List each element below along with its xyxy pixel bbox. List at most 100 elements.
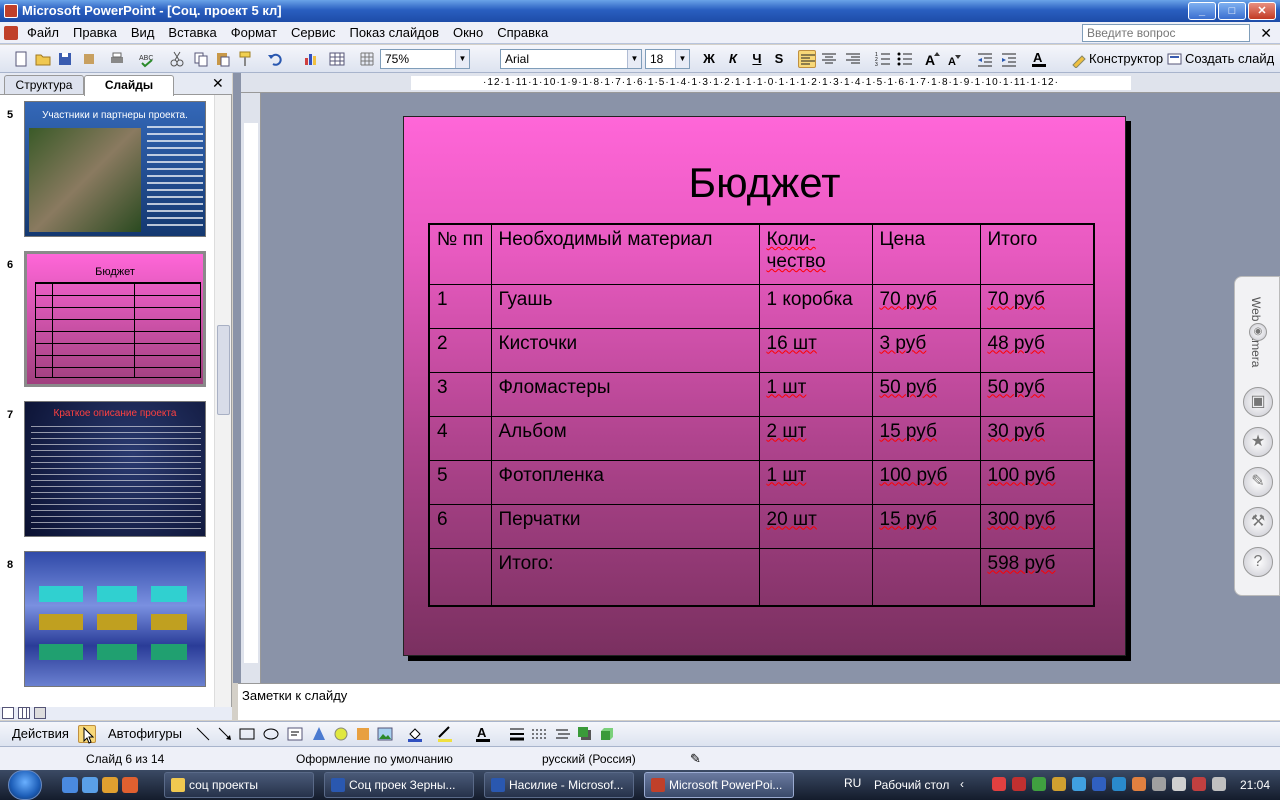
table-cell[interactable]: 70 руб (871, 283, 981, 329)
notes-area[interactable]: Заметки к слайду (238, 683, 1280, 720)
shadow-button[interactable]: S (770, 50, 788, 68)
header-cell[interactable]: Цена (871, 223, 981, 285)
spelling-status-icon[interactable]: ✎ (690, 747, 701, 771)
wrench-icon[interactable]: ⚒ (1243, 507, 1273, 537)
volume-icon[interactable] (1212, 777, 1226, 791)
player-icon[interactable] (122, 777, 138, 793)
chevron-left-icon[interactable]: ‹ (960, 777, 964, 791)
tray-icon-3[interactable] (1032, 777, 1046, 791)
3d-style-icon[interactable] (598, 725, 616, 743)
autoshapes-menu[interactable]: Автофигуры (108, 725, 182, 743)
table-cell[interactable]: Фотопленка (490, 459, 760, 505)
table-cell[interactable]: 70 руб (979, 283, 1095, 329)
menu-window[interactable]: Окно (446, 22, 490, 44)
normal-view-icon[interactable] (2, 707, 14, 719)
menu-edit[interactable]: Правка (66, 22, 124, 44)
permission-icon[interactable] (80, 50, 98, 68)
align-left-icon[interactable] (798, 50, 816, 68)
clipart-icon[interactable] (354, 725, 372, 743)
select-pointer-icon[interactable] (78, 725, 96, 744)
menu-file[interactable]: Файл (20, 22, 66, 44)
fill-color-icon[interactable] (406, 725, 424, 743)
table-cell[interactable]: 50 руб (871, 371, 981, 417)
header-cell[interactable]: Необходимый материал (490, 223, 760, 285)
slide-title[interactable]: Бюджет (404, 159, 1125, 207)
designer-button[interactable]: Конструктор (1089, 50, 1163, 68)
table-cell[interactable]: 3 руб (871, 327, 981, 373)
table-cell[interactable]: Фломастеры (490, 371, 760, 417)
table-cell[interactable]: Кисточки (490, 327, 760, 373)
insert-chart-icon[interactable] (302, 50, 320, 68)
show-desktop-icon[interactable] (62, 777, 78, 793)
tray-icon-10[interactable] (1172, 777, 1186, 791)
sorter-view-icon[interactable] (18, 707, 30, 719)
table-cell[interactable]: 15 руб (871, 415, 981, 461)
menu-slideshow[interactable]: Показ слайдов (342, 22, 446, 44)
total-label-cell[interactable]: Итого: (490, 547, 760, 607)
slide-thumb-5[interactable]: Участники и партнеры проекта. (24, 101, 206, 237)
paste-icon[interactable] (214, 50, 232, 68)
table-cell[interactable]: 100 руб (979, 459, 1095, 505)
table-cell[interactable] (871, 547, 981, 607)
help-icon[interactable]: ? (1243, 547, 1273, 577)
font-size-select[interactable]: 18 ▼ (645, 49, 690, 69)
decrease-indent-icon[interactable] (976, 50, 994, 68)
budget-table[interactable]: № пп Необходимый материал Коли-чество Це… (428, 223, 1095, 607)
bold-button[interactable]: Ж (700, 50, 718, 68)
ie-icon[interactable] (82, 777, 98, 793)
tray-icon-1[interactable] (992, 777, 1006, 791)
table-cell[interactable]: 1 (428, 283, 492, 329)
close-document-icon[interactable]: ✕ (1260, 25, 1272, 42)
taskbar-item-word-1[interactable]: Соц проек Зерны... (324, 772, 474, 798)
dash-style-icon[interactable] (530, 725, 548, 743)
save-icon[interactable] (56, 50, 74, 68)
table-cell[interactable]: 30 руб (979, 415, 1095, 461)
table-cell[interactable] (758, 547, 873, 607)
tray-icon-2[interactable] (1012, 777, 1026, 791)
designer-icon[interactable] (1070, 50, 1088, 69)
arrow-icon[interactable] (216, 725, 234, 743)
table-cell[interactable]: 1 шт (758, 371, 873, 417)
table-cell[interactable]: 6 (428, 503, 492, 549)
actions-menu[interactable]: Действия (12, 725, 69, 743)
contact-icon[interactable]: ▣ (1243, 387, 1273, 417)
tray-icon-7[interactable] (1112, 777, 1126, 791)
menu-view[interactable]: Вид (124, 22, 162, 44)
menu-insert[interactable]: Вставка (161, 22, 223, 44)
document-icon[interactable] (4, 26, 18, 40)
header-cell[interactable]: Коли-чество (758, 223, 873, 285)
line-icon[interactable] (194, 725, 212, 743)
tab-outline[interactable]: Структура (4, 75, 84, 95)
tab-slides[interactable]: Слайды (84, 75, 174, 96)
table-cell[interactable]: 15 руб (871, 503, 981, 549)
copy-icon[interactable] (192, 50, 210, 68)
rectangle-icon[interactable] (238, 725, 256, 743)
slide-canvas[interactable]: Бюджет № пп Необходимый материал Коли-че… (403, 116, 1126, 656)
table-cell[interactable]: 1 шт (758, 459, 873, 505)
increase-indent-icon[interactable] (1000, 50, 1018, 68)
decrease-font-icon[interactable]: A (946, 50, 964, 68)
minimize-button[interactable]: _ (1188, 2, 1216, 20)
taskbar-item-powerpoint[interactable]: Microsoft PowerPoi... (644, 772, 794, 798)
header-cell[interactable]: Итого (979, 223, 1095, 285)
table-cell[interactable]: 20 шт (758, 503, 873, 549)
pane-close-icon[interactable]: ✕ (212, 75, 224, 92)
menu-help[interactable]: Справка (490, 22, 555, 44)
italic-button[interactable]: К (724, 50, 742, 68)
line-style-icon[interactable] (508, 725, 526, 743)
pane-scrollbar[interactable] (214, 95, 231, 707)
maximize-button[interactable]: □ (1218, 2, 1246, 20)
tray-icon-9[interactable] (1152, 777, 1166, 791)
new-slide-button[interactable]: Создать слайд (1185, 50, 1274, 68)
taskbar-item-folder[interactable]: соц проекты (164, 772, 314, 798)
pane-scroll-thumb[interactable] (217, 325, 230, 415)
textbox-icon[interactable] (286, 725, 304, 743)
table-cell[interactable] (428, 547, 492, 607)
edit-icon[interactable]: ✎ (1243, 467, 1273, 497)
shadow-style-icon[interactable] (576, 725, 594, 743)
menu-tools[interactable]: Сервис (284, 22, 343, 44)
table-cell[interactable]: Перчатки (490, 503, 760, 549)
numbering-icon[interactable]: 123 (874, 50, 892, 68)
table-cell[interactable]: 100 руб (871, 459, 981, 505)
header-cell[interactable]: № пп (428, 223, 492, 285)
